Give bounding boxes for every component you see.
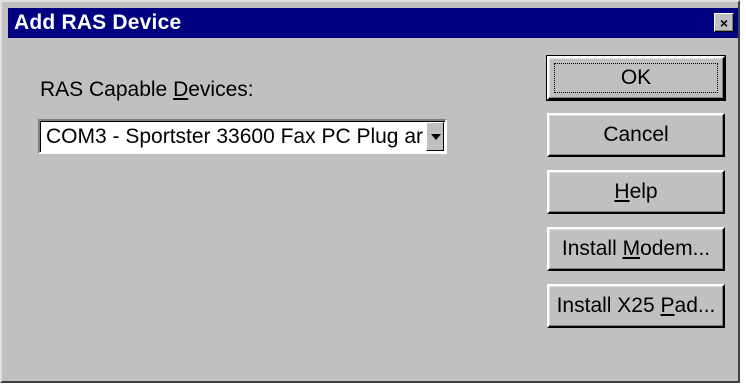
close-button[interactable]: × [714, 13, 734, 32]
window-title: Add RAS Device [14, 11, 182, 34]
install-x25-pad-button[interactable]: Install X25 Pad... [547, 284, 725, 328]
devices-dropdown-value: COM3 - Sportster 33600 Fax PC Plug ar [46, 125, 423, 148]
close-icon: × [719, 14, 729, 31]
help-button[interactable]: Help [547, 170, 725, 214]
focus-rectangle [554, 63, 718, 93]
devices-label: RAS Capable Devices: [40, 78, 254, 101]
title-bar[interactable]: Add RAS Device × [8, 8, 738, 38]
cancel-button[interactable]: Cancel [547, 113, 725, 157]
dropdown-arrow-icon[interactable] [426, 122, 444, 151]
ok-button[interactable]: OK [546, 55, 726, 101]
add-ras-device-dialog: Add RAS Device × RAS Capable Devices: CO… [0, 0, 740, 383]
devices-dropdown[interactable]: COM3 - Sportster 33600 Fax PC Plug ar [38, 119, 447, 154]
install-modem-button[interactable]: Install Modem... [547, 227, 725, 271]
